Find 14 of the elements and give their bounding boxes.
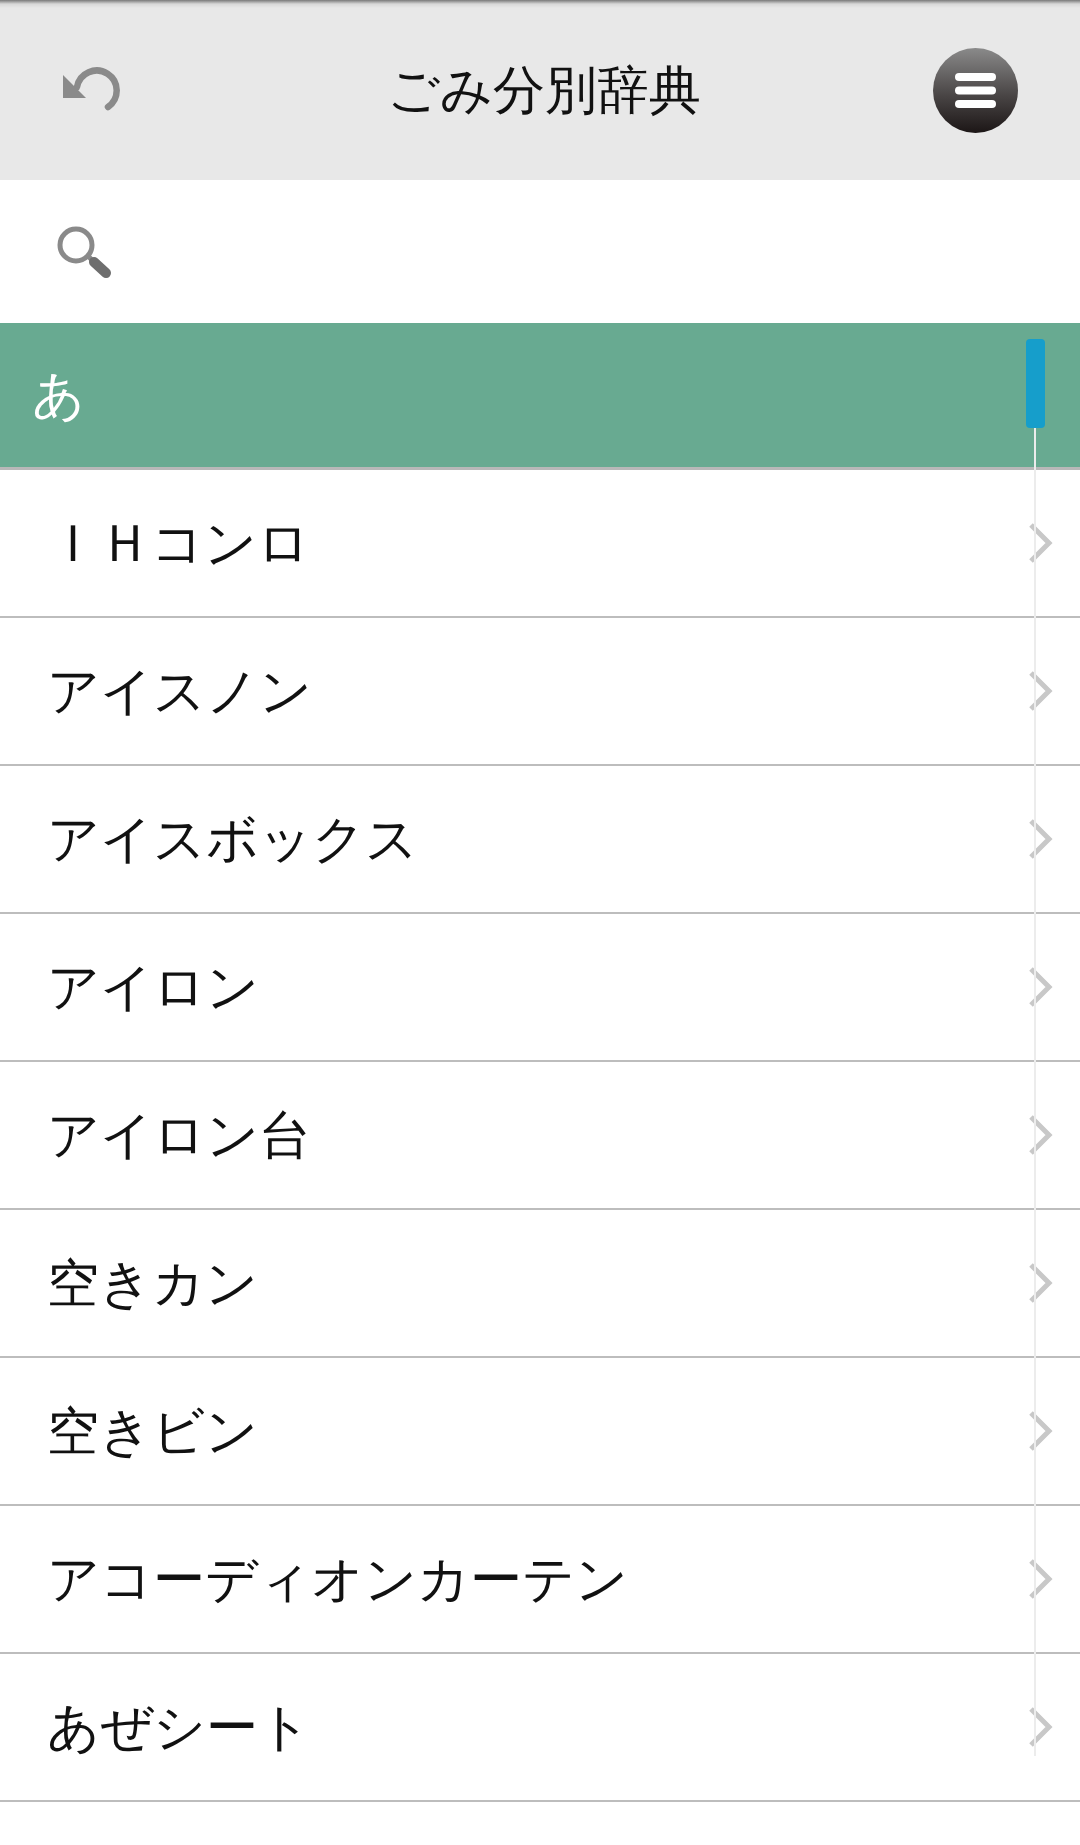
- app-title: ごみ分別辞典: [386, 64, 701, 116]
- chevron-right-icon: [1028, 1262, 1054, 1304]
- chevron-right-icon: [1028, 818, 1054, 860]
- menu-button[interactable]: [933, 47, 1018, 133]
- search-icon: [56, 224, 112, 279]
- chevron-right-icon: [1028, 1410, 1054, 1452]
- chevron-right-icon: [1028, 522, 1054, 564]
- chevron-right-icon: [1028, 670, 1054, 712]
- menu-icon: [933, 47, 1018, 133]
- chevron-right-icon: [1028, 966, 1054, 1008]
- section-header: あ: [0, 323, 1080, 470]
- chevron-right-icon: [1028, 1114, 1054, 1156]
- chevron-right-icon: [1028, 1706, 1054, 1748]
- chevron-right-icon: [1028, 1558, 1054, 1600]
